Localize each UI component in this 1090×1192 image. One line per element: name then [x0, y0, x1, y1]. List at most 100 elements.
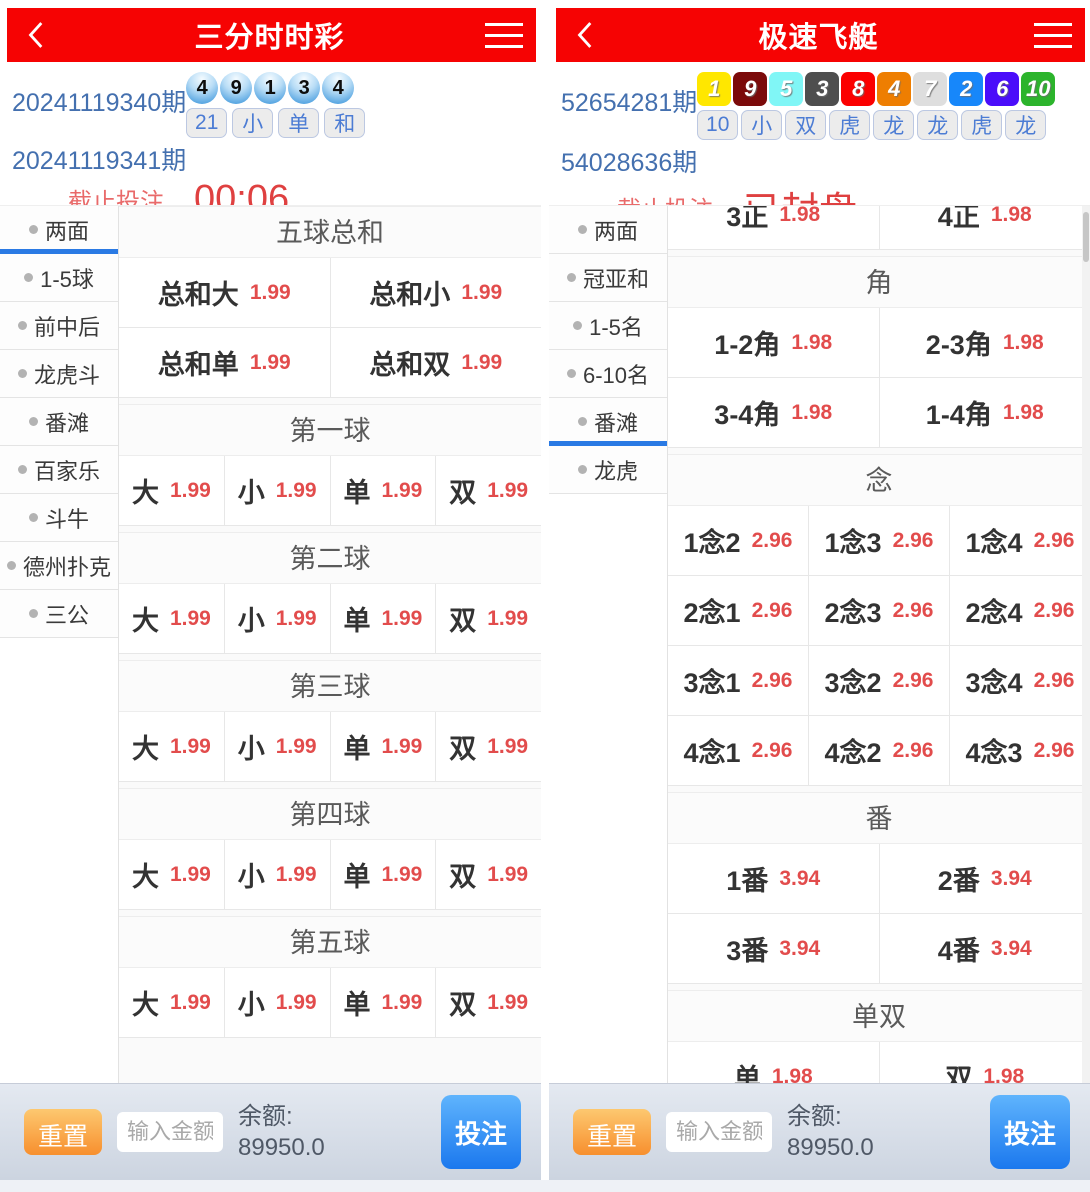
- amount-input[interactable]: [666, 1112, 772, 1152]
- bet-option[interactable]: 双1.99: [436, 456, 541, 525]
- last-period: 52654281期: [561, 72, 697, 140]
- bet-option[interactable]: 大1.99: [119, 968, 224, 1037]
- bet-option[interactable]: 双1.99: [436, 712, 541, 781]
- bet-grid: 大1.99小1.99单1.99双1.99: [119, 712, 541, 782]
- bet-option[interactable]: 2念42.96: [950, 576, 1090, 645]
- bet-option[interactable]: 单1.98: [668, 1042, 879, 1083]
- sidebar-item-番滩[interactable]: 番滩: [549, 398, 667, 446]
- bet-option[interactable]: 大1.99: [119, 584, 224, 653]
- bet-option[interactable]: 双1.99: [436, 840, 541, 909]
- back-button[interactable]: [7, 19, 67, 51]
- bet-option[interactable]: 小1.99: [225, 584, 330, 653]
- section-title: 念: [668, 454, 1090, 506]
- bet-grid: 大1.99小1.99单1.99双1.99: [119, 840, 541, 910]
- bet-option[interactable]: 2-3角1.98: [880, 308, 1090, 377]
- bet-option[interactable]: 3念12.96: [668, 646, 808, 715]
- bet-option[interactable]: 双1.98: [880, 1042, 1090, 1083]
- reset-button[interactable]: 重置: [24, 1109, 102, 1155]
- bet-option-label: 单: [343, 983, 370, 1022]
- sidebar-item-龙虎[interactable]: 龙虎: [549, 446, 667, 494]
- bet-option[interactable]: 单1.99: [331, 584, 436, 653]
- bet-option[interactable]: 总和小1.99: [331, 258, 542, 327]
- bet-option[interactable]: 小1.99: [225, 968, 330, 1037]
- bet-section: 第三球大1.99小1.99单1.99双1.99: [119, 660, 541, 782]
- bet-option[interactable]: 1念42.96: [950, 506, 1090, 575]
- bet-option[interactable]: 双1.99: [436, 584, 541, 653]
- bet-option-label: 总和大: [158, 273, 239, 312]
- bet-bar: 重置 余额: 89950.0 投注: [0, 1083, 541, 1180]
- reset-button[interactable]: 重置: [573, 1109, 651, 1155]
- sidebar-item-德州扑克[interactable]: 德州扑克: [0, 542, 118, 590]
- hamburger-menu-icon[interactable]: [1021, 23, 1085, 48]
- sidebar-item-百家乐[interactable]: 百家乐: [0, 446, 118, 494]
- bet-option[interactable]: 大1.99: [119, 712, 224, 781]
- bet-option-odds: 1.99: [381, 735, 422, 759]
- bet-section: 第四球大1.99小1.99单1.99双1.99: [119, 788, 541, 910]
- bet-option[interactable]: 1念32.96: [809, 506, 949, 575]
- bet-option[interactable]: 小1.99: [225, 456, 330, 525]
- bet-option[interactable]: 小1.99: [225, 840, 330, 909]
- sidebar-item-1-5名[interactable]: 1-5名: [549, 302, 667, 350]
- sidebar-item-三公[interactable]: 三公: [0, 590, 118, 638]
- bet-option[interactable]: 小1.99: [225, 712, 330, 781]
- sidebar-item-两面[interactable]: 两面: [0, 206, 118, 254]
- bet-option[interactable]: 2番3.94: [880, 844, 1090, 913]
- result-tags: 21小单和: [186, 108, 365, 138]
- result-ball: 5: [769, 72, 803, 106]
- sidebar-item-斗牛[interactable]: 斗牛: [0, 494, 118, 542]
- bet-option[interactable]: 4念32.96: [950, 716, 1090, 785]
- sidebar-item-label: 两面: [594, 214, 638, 246]
- bet-option-odds: 1.99: [487, 735, 528, 759]
- bet-option-odds: 2.96: [893, 669, 934, 693]
- bet-option[interactable]: 3番3.94: [668, 914, 879, 983]
- bet-option[interactable]: 4正1.98: [880, 206, 1090, 249]
- sidebar-item-两面[interactable]: 两面: [549, 206, 667, 254]
- bet-option[interactable]: 单1.99: [331, 712, 436, 781]
- bet-option[interactable]: 总和单1.99: [119, 328, 330, 397]
- sidebar-item-冠亚和[interactable]: 冠亚和: [549, 254, 667, 302]
- bet-option[interactable]: 总和双1.99: [331, 328, 542, 397]
- bet-option[interactable]: 总和大1.99: [119, 258, 330, 327]
- bet-option[interactable]: 3念22.96: [809, 646, 949, 715]
- bet-option[interactable]: 单1.99: [331, 968, 436, 1037]
- bet-option[interactable]: 1番3.94: [668, 844, 879, 913]
- bet-option[interactable]: 大1.99: [119, 840, 224, 909]
- sidebar-item-番滩[interactable]: 番滩: [0, 398, 118, 446]
- bet-option[interactable]: 2念12.96: [668, 576, 808, 645]
- sidebar-item-龙虎斗[interactable]: 龙虎斗: [0, 350, 118, 398]
- bet-option[interactable]: 单1.99: [331, 840, 436, 909]
- bet-option-label: 双: [449, 471, 476, 510]
- bet-option[interactable]: 4念12.96: [668, 716, 808, 785]
- scrollbar-track[interactable]: [1082, 206, 1090, 1083]
- bet-option[interactable]: 3-4角1.98: [668, 378, 879, 447]
- scrollbar-thumb[interactable]: [1083, 212, 1089, 262]
- bet-option[interactable]: 3正1.98: [668, 206, 879, 249]
- bet-option[interactable]: 1-2角1.98: [668, 308, 879, 377]
- hamburger-menu-icon[interactable]: [472, 23, 536, 48]
- bet-option[interactable]: 1-4角1.98: [880, 378, 1090, 447]
- bet-button[interactable]: 投注: [990, 1095, 1070, 1169]
- bet-option-odds: 1.99: [170, 863, 211, 887]
- bet-option-label: 2念3: [825, 591, 882, 630]
- bet-option[interactable]: 2念32.96: [809, 576, 949, 645]
- bet-option[interactable]: 1念22.96: [668, 506, 808, 575]
- bet-option[interactable]: 4番3.94: [880, 914, 1090, 983]
- sidebar-item-前中后[interactable]: 前中后: [0, 302, 118, 350]
- bet-content: 3正1.984正1.98角1-2角1.982-3角1.983-4角1.981-4…: [668, 206, 1090, 1083]
- bet-section: 五球总和总和大1.99总和小1.99总和单1.99总和双1.99: [119, 206, 541, 398]
- page: 三分时时彩 20241119340期 49134 21小单和 202411193…: [0, 0, 1090, 1180]
- bet-button[interactable]: 投注: [441, 1095, 521, 1169]
- bet-option[interactable]: 大1.99: [119, 456, 224, 525]
- bet-option[interactable]: 4念22.96: [809, 716, 949, 785]
- sidebar-item-6-10名[interactable]: 6-10名: [549, 350, 667, 398]
- sidebar-item-1-5球[interactable]: 1-5球: [0, 254, 118, 302]
- bet-option[interactable]: 3念42.96: [950, 646, 1090, 715]
- bet-option-odds: 2.96: [893, 529, 934, 553]
- bet-option[interactable]: 单1.99: [331, 456, 436, 525]
- panel-lottery-ssc: 三分时时彩 20241119340期 49134 21小单和 202411193…: [0, 0, 541, 1180]
- bet-option-odds: 1.99: [381, 863, 422, 887]
- panel-speedboat: 极速飞艇 52654281期 19538472610 10小双虎龙龙虎龙 540…: [549, 0, 1090, 1180]
- bet-option[interactable]: 双1.99: [436, 968, 541, 1037]
- amount-input[interactable]: [117, 1112, 223, 1152]
- back-button[interactable]: [556, 19, 616, 51]
